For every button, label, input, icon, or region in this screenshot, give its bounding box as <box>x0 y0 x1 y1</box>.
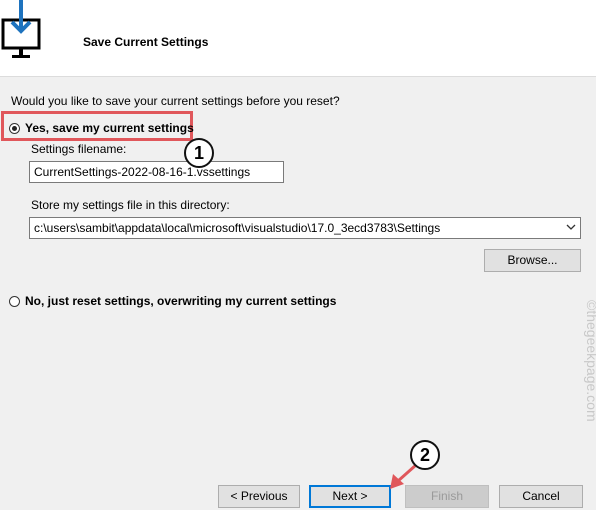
directory-combobox[interactable]: c:\users\sambit\appdata\local\microsoft\… <box>29 217 581 239</box>
step-badge-2: 2 <box>410 440 440 470</box>
radio-save-label: Yes, save my current settings <box>25 121 194 135</box>
directory-label: Store my settings file in this directory… <box>31 198 230 212</box>
radio-reset-label: No, just reset settings, overwriting my … <box>25 294 337 308</box>
radio-reset-only[interactable]: No, just reset settings, overwriting my … <box>9 294 336 308</box>
filename-label: Settings filename: <box>31 142 127 156</box>
browse-button[interactable]: Browse... <box>484 249 581 272</box>
cancel-button[interactable]: Cancel <box>499 485 583 508</box>
radio-button-checked[interactable] <box>9 122 20 134</box>
watermark-text: ©thegeekpage.com <box>584 300 596 422</box>
filename-input[interactable]: CurrentSettings-2022-08-16-1.vssettings <box>29 161 284 183</box>
radio-save-settings[interactable]: Yes, save my current settings <box>9 121 194 135</box>
next-button[interactable]: Next > <box>309 485 391 508</box>
previous-button[interactable]: < Previous <box>218 485 300 508</box>
finish-button: Finish <box>405 485 489 508</box>
directory-value: c:\users\sambit\appdata\local\microsoft\… <box>34 221 441 235</box>
radio-button-unchecked[interactable] <box>9 295 20 307</box>
monitor-download-icon <box>1 0 41 58</box>
page-title: Save Current Settings <box>83 35 209 49</box>
chevron-down-icon[interactable] <box>565 220 577 234</box>
wizard-header: Save Current Settings <box>0 0 596 77</box>
question-text: Would you like to save your current sett… <box>11 94 340 108</box>
step-badge-1: 1 <box>184 138 214 168</box>
